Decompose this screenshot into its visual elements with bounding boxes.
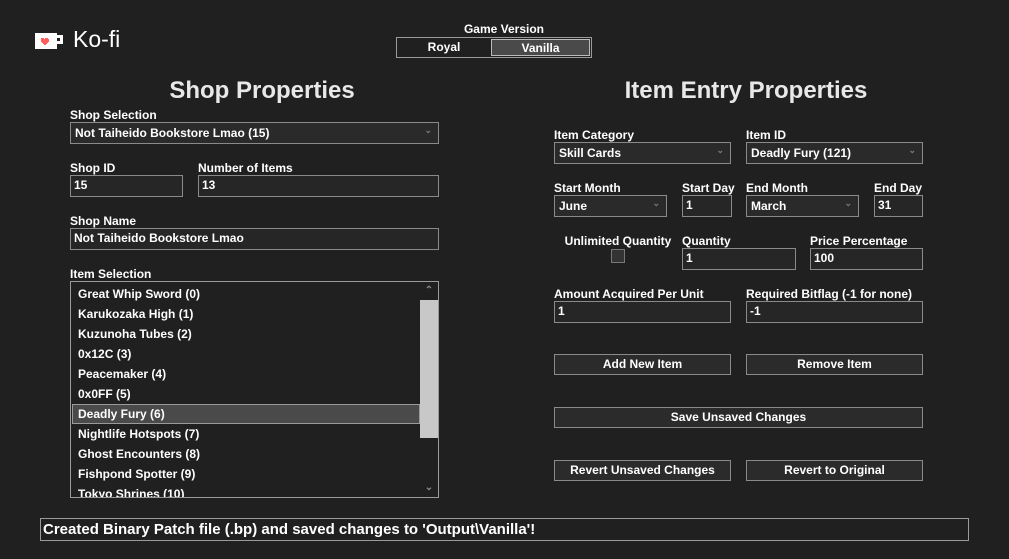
unlimited-quantity-checkbox[interactable] xyxy=(611,249,625,263)
amount-acquired-label: Amount Acquired Per Unit xyxy=(554,287,704,301)
item-selection-label: Item Selection xyxy=(70,267,152,281)
list-item[interactable]: 0x12C (3) xyxy=(72,344,420,364)
number-of-items-input[interactable]: 13 xyxy=(198,175,439,197)
quantity-label: Quantity xyxy=(682,234,731,248)
item-id-label: Item ID xyxy=(746,128,787,142)
chevron-down-icon: ⌄ xyxy=(908,145,916,155)
start-month-label: Start Month xyxy=(554,181,621,195)
required-bitflag-input[interactable]: -1 xyxy=(746,301,923,323)
kofi-link[interactable]: Ko-fi xyxy=(35,26,135,53)
save-unsaved-changes-button[interactable]: Save Unsaved Changes xyxy=(554,407,923,428)
shop-properties-title: Shop Properties xyxy=(169,77,355,104)
unlimited-quantity-label: Unlimited Quantity xyxy=(564,234,672,248)
item-entry-properties-title: Item Entry Properties xyxy=(624,77,868,104)
shop-name-input[interactable]: Not Taiheido Bookstore Lmao xyxy=(70,228,439,250)
item-category-value: Skill Cards xyxy=(559,146,622,160)
scrollbar-thumb[interactable] xyxy=(420,300,438,438)
item-category-dropdown[interactable]: Skill Cards ⌄ xyxy=(554,142,731,164)
list-item[interactable]: Ghost Encounters (8) xyxy=(72,444,420,464)
end-month-value: March xyxy=(751,199,787,213)
status-bar: Created Binary Patch file (.bp) and save… xyxy=(40,518,969,541)
revert-to-original-button[interactable]: Revert to Original xyxy=(746,460,923,481)
list-item[interactable]: Great Whip Sword (0) xyxy=(72,284,420,304)
shop-selection-value: Not Taiheido Bookstore Lmao (15) xyxy=(75,126,270,140)
item-selection-list[interactable]: Great Whip Sword (0) Karukozaka High (1) K… xyxy=(70,281,439,498)
scrollbar[interactable]: ⌃ ⌄ xyxy=(420,282,438,497)
list-item[interactable]: Fishpond Spotter (9) xyxy=(72,464,420,484)
shop-selection-label: Shop Selection xyxy=(70,108,157,122)
list-item[interactable]: Peacemaker (4) xyxy=(72,364,420,384)
list-item[interactable]: Kuzunoha Tubes (2) xyxy=(72,324,420,344)
required-bitflag-label: Required Bitflag (-1 for none) xyxy=(746,287,912,301)
chevron-down-icon: ⌄ xyxy=(424,125,432,135)
scroll-down-icon[interactable]: ⌄ xyxy=(420,479,438,497)
chevron-down-icon: ⌄ xyxy=(844,198,852,208)
kofi-cup-icon xyxy=(35,33,63,49)
list-item[interactable]: Tokyo Shrines (10) xyxy=(72,484,420,497)
game-version-label: Game Version xyxy=(463,22,545,36)
vanilla-option[interactable]: Vanilla xyxy=(491,39,590,56)
end-month-label: End Month xyxy=(746,181,808,195)
start-day-input[interactable]: 1 xyxy=(682,195,732,217)
item-id-dropdown[interactable]: Deadly Fury (121) ⌄ xyxy=(746,142,923,164)
item-category-label: Item Category xyxy=(554,128,635,142)
game-version-toggle: Royal Vanilla xyxy=(396,37,592,58)
status-text: Created Binary Patch file (.bp) and save… xyxy=(43,521,536,538)
list-item[interactable]: Deadly Fury (6) xyxy=(72,404,420,424)
revert-unsaved-changes-button[interactable]: Revert Unsaved Changes xyxy=(554,460,731,481)
shop-id-label: Shop ID xyxy=(70,161,116,175)
number-of-items-label: Number of Items xyxy=(198,161,293,175)
royal-option[interactable]: Royal xyxy=(397,38,491,57)
end-month-dropdown[interactable]: March ⌄ xyxy=(746,195,859,217)
remove-item-button[interactable]: Remove Item xyxy=(746,354,923,375)
add-new-item-button[interactable]: Add New Item xyxy=(554,354,731,375)
list-item[interactable]: 0x0FF (5) xyxy=(72,384,420,404)
start-month-dropdown[interactable]: June ⌄ xyxy=(554,195,667,217)
shop-name-label: Shop Name xyxy=(70,214,137,228)
list-item[interactable]: Nightlife Hotspots (7) xyxy=(72,424,420,444)
scroll-up-icon[interactable]: ⌃ xyxy=(420,282,438,300)
kofi-text: Ko-fi xyxy=(73,26,121,52)
price-percentage-label: Price Percentage xyxy=(810,234,908,248)
start-day-label: Start Day xyxy=(682,181,735,195)
shop-selection-dropdown[interactable]: Not Taiheido Bookstore Lmao (15) ⌄ xyxy=(70,122,439,144)
list-item[interactable]: Karukozaka High (1) xyxy=(72,304,420,324)
item-id-value: Deadly Fury (121) xyxy=(751,146,852,160)
shop-id-input[interactable]: 15 xyxy=(70,175,183,197)
price-percentage-input[interactable]: 100 xyxy=(810,248,923,270)
start-month-value: June xyxy=(559,199,588,213)
end-day-label: End Day xyxy=(874,181,923,195)
end-day-input[interactable]: 31 xyxy=(874,195,923,217)
amount-acquired-input[interactable]: 1 xyxy=(554,301,731,323)
chevron-down-icon: ⌄ xyxy=(652,198,660,208)
quantity-input[interactable]: 1 xyxy=(682,248,796,270)
chevron-down-icon: ⌄ xyxy=(716,145,724,155)
